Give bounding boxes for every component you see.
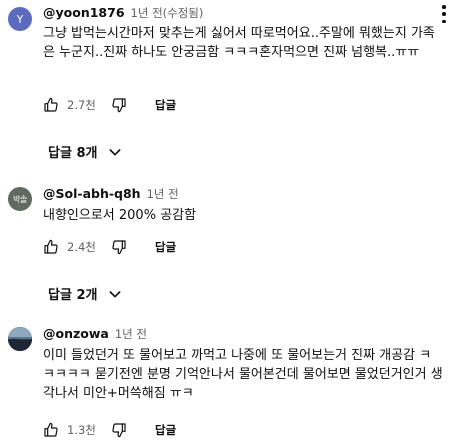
comment-thread: @onzowa 1년 전 이미 들었던거 또 물어보고 까먹고 나중에 또 물어… xyxy=(0,318,466,446)
more-actions-button[interactable] xyxy=(438,3,450,25)
comment-header: @onzowa 1년 전 xyxy=(43,326,147,342)
comment-time[interactable]: 1년 전 xyxy=(115,326,147,342)
comment-thread: Y @yoon1876 1년 전(수정됨) 그냥 밥먹는시간마저 맞추는게 싫어… xyxy=(0,0,466,170)
author-name[interactable]: @yoon1876 xyxy=(43,5,125,20)
reply-button[interactable]: 답글 xyxy=(155,239,176,255)
like-count: 2.4천 xyxy=(67,240,96,254)
comment-thread: 박솔 @Sol-abh-q8h 1년 전 내향인으로서 200% 공감함 2.4… xyxy=(0,178,466,308)
thumb-down-icon xyxy=(112,423,126,438)
comment-actions: 2.7천 답글 xyxy=(43,95,176,115)
chevron-down-icon xyxy=(109,148,121,155)
dislike-button[interactable] xyxy=(111,239,127,255)
comment-actions: 1.3천 답글 xyxy=(43,420,176,440)
dislike-button[interactable] xyxy=(111,97,127,113)
like-count: 1.3천 xyxy=(67,423,96,437)
reply-button[interactable]: 답글 xyxy=(155,97,176,113)
author-name[interactable]: @onzowa xyxy=(43,326,109,341)
replies-label: 답글 8개 xyxy=(48,146,98,161)
thumb-down-icon xyxy=(112,98,126,113)
comment-header: @Sol-abh-q8h 1년 전 xyxy=(43,186,179,202)
like-button[interactable]: 2.4천 xyxy=(43,239,111,255)
replies-toggle[interactable]: 답글 8개 xyxy=(48,142,123,161)
dislike-button[interactable] xyxy=(111,422,127,438)
comment-actions: 2.4천 답글 xyxy=(43,237,176,257)
avatar[interactable]: 박솔 xyxy=(8,187,32,211)
thumb-down-icon xyxy=(112,240,126,255)
comment-text: 그냥 밥먹는시간마저 맞추는게 싫어서 따로먹어요..주말에 뭐했는지 가족은 … xyxy=(43,26,435,60)
like-button[interactable]: 1.3천 xyxy=(43,422,111,438)
reply-button[interactable]: 답글 xyxy=(155,422,176,438)
author-name[interactable]: @Sol-abh-q8h xyxy=(43,186,141,201)
more-vert-icon-dot xyxy=(442,19,446,23)
more-vert-icon xyxy=(442,5,446,9)
like-button[interactable]: 2.7천 xyxy=(43,97,111,113)
avatar-photo xyxy=(8,327,32,351)
comment-text: 이미 들었던거 또 물어보고 까먹고 나중에 또 물어보는거 진짜 개공감 ㅋㅋ… xyxy=(43,348,443,401)
avatar[interactable] xyxy=(8,327,32,351)
thumb-up-icon xyxy=(44,422,58,437)
thumb-up-icon xyxy=(44,239,58,254)
replies-label: 답글 2개 xyxy=(48,288,98,303)
comment-header: @yoon1876 1년 전(수정됨) xyxy=(43,5,203,21)
comment-time[interactable]: 1년 전(수정됨) xyxy=(131,5,204,21)
avatar-letter: Y xyxy=(16,12,24,26)
thumb-up-icon xyxy=(44,97,58,112)
like-count: 2.7천 xyxy=(67,98,96,112)
comment-time[interactable]: 1년 전 xyxy=(147,186,179,202)
comment-text: 내향인으로서 200% 공감함 xyxy=(43,208,197,223)
avatar-text: 박솔 xyxy=(13,194,27,204)
chevron-down-icon xyxy=(109,290,121,297)
avatar[interactable]: Y xyxy=(8,7,32,31)
more-vert-icon-dot xyxy=(442,12,446,16)
replies-toggle[interactable]: 답글 2개 xyxy=(48,284,123,303)
